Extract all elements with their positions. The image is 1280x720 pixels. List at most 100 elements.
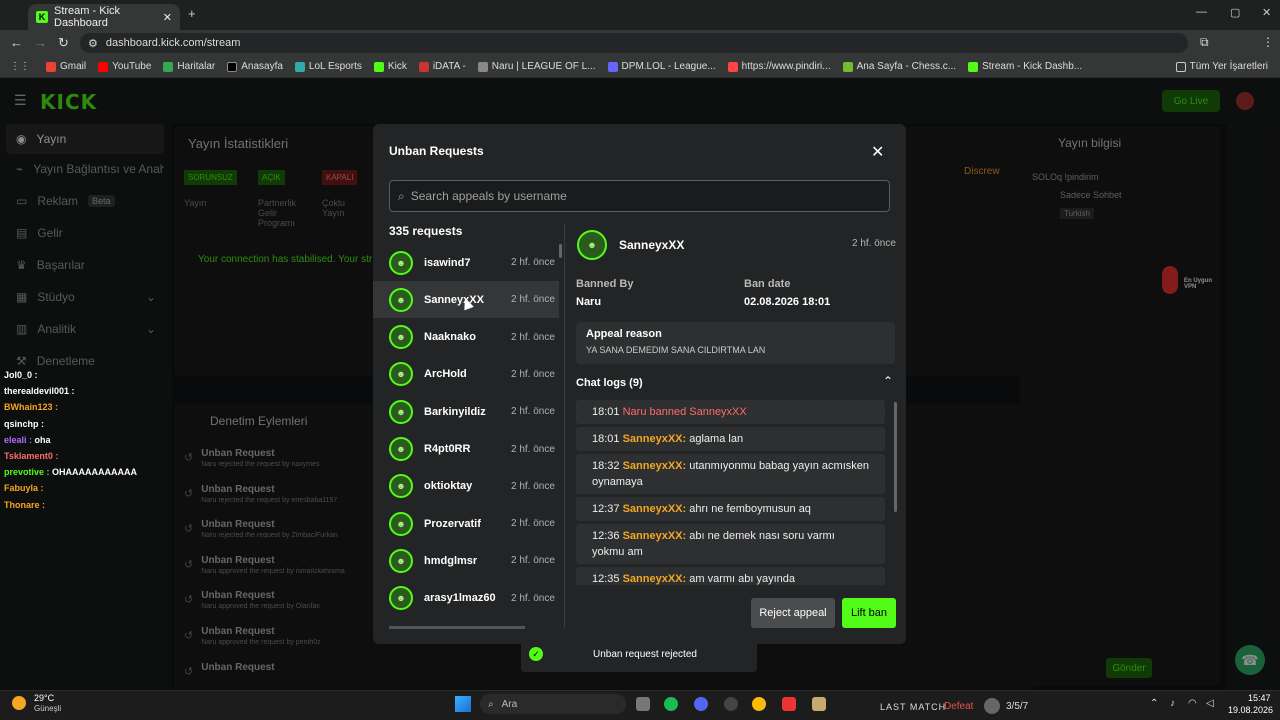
chat-user: BWhain123 : — [4, 402, 59, 413]
tray-chevron-icon[interactable]: ⌃ — [1150, 698, 1158, 709]
list-item[interactable]: ☻ Barkinyildiz 2 hf. önce — [373, 393, 559, 430]
request-username: arasy1lmaz60 — [424, 592, 496, 605]
log-scrollbar[interactable] — [894, 402, 897, 512]
list-scrollbar[interactable] — [559, 244, 562, 258]
list-item[interactable]: ☻ Naaknako 2 hf. önce — [373, 319, 559, 356]
maximize-icon[interactable]: ▢ — [1230, 6, 1240, 19]
list-item[interactable]: ☻ isawind7 2 hf. önce — [373, 244, 559, 281]
search-icon: ⌕ — [398, 188, 405, 203]
request-time: 2 hf. önce — [511, 518, 555, 530]
avatar: ☻ — [389, 287, 413, 312]
chat-logs[interactable]: 18:01 Naru banned SanneyxXX 18:01 Sanneyx… — [576, 400, 900, 585]
list-item[interactable]: ☻ ArcHold 2 hf. önce — [373, 356, 559, 393]
chat-user: Tsklament0 : — [4, 451, 59, 461]
bookmark-gmail[interactable]: Gmail — [46, 61, 86, 72]
site-info-icon[interactable]: ⚙ — [88, 37, 98, 50]
log-user: SanneyxXX: — [622, 530, 687, 542]
app-icon[interactable] — [724, 697, 738, 711]
new-tab-icon[interactable]: + — [188, 6, 196, 21]
chat-logs-header[interactable]: Chat logs (9) — [576, 377, 643, 389]
minimize-icon[interactable]: — — [1196, 6, 1207, 18]
chat-line: Thonare : — [4, 500, 45, 510]
chat-line: eleali : oha — [4, 435, 51, 445]
chat-message: OHAAAAAAAAAAA — [52, 467, 138, 478]
bookmark-x[interactable]: Anasayfa — [227, 61, 283, 72]
extensions-icon[interactable]: ⧉ — [1200, 35, 1209, 50]
windows-start-icon[interactable] — [455, 696, 471, 712]
toast: ✓ Unban request rejected — [521, 636, 757, 672]
task-view-icon[interactable] — [636, 697, 650, 711]
league-icon[interactable] — [812, 697, 826, 711]
kda: 3/5/7 — [1006, 701, 1029, 712]
request-username: isawind7 — [424, 256, 471, 269]
browser-tab-strip: K Stream - Kick Dashboard ✕ + — ▢ ✕ — [0, 0, 1280, 30]
taskbar-search[interactable]: ⌕ Ara — [480, 694, 626, 714]
request-username: hmdglmsr — [424, 554, 478, 567]
chat-user: prevotive : — [4, 467, 50, 478]
request-time: 2 hf. önce — [511, 555, 555, 567]
bookmark-youtube[interactable]: YouTube — [98, 61, 151, 72]
clock-time: 15:47 — [1248, 693, 1271, 703]
forward-icon[interactable]: → — [34, 35, 47, 50]
bookmark-kick[interactable]: Kick — [373, 61, 407, 72]
avatar: ☻ — [389, 586, 413, 611]
window-close-icon[interactable]: ✕ — [1262, 6, 1271, 19]
reload-icon[interactable]: ↻ — [58, 35, 69, 51]
chat-user: Fabuyla : — [4, 483, 44, 494]
address-bar[interactable]: ⚙ dashboard.kick.com/stream — [80, 33, 1188, 53]
bookmark-pindirim[interactable]: https://www.pindiri... — [727, 61, 831, 72]
menu-icon[interactable]: ⋮ — [1262, 35, 1274, 49]
back-icon[interactable]: ← — [10, 35, 23, 50]
spotify-icon[interactable] — [664, 697, 678, 711]
bookmark-dpm[interactable]: DPM.LOL - League... — [607, 61, 716, 72]
bookmark-lolesports[interactable]: LoL Esports — [294, 61, 362, 72]
close-icon[interactable]: ✕ — [871, 142, 884, 162]
kick-favicon-icon: K — [36, 11, 48, 23]
log-message: am varmı abı yayında — [686, 573, 796, 585]
request-time: 2 hf. önce — [511, 480, 555, 492]
mic-icon[interactable]: ♪ — [1170, 698, 1175, 709]
browser-tab[interactable]: K Stream - Kick Dashboard ✕ — [28, 4, 180, 30]
volume-icon[interactable]: ◁ — [1206, 698, 1214, 709]
tab-close-icon[interactable]: ✕ — [163, 11, 172, 24]
list-item[interactable]: ☻ hmdglmsr 2 hf. önce — [373, 542, 559, 579]
weather-icon[interactable] — [12, 696, 26, 710]
reject-appeal-button[interactable]: Reject appeal — [751, 598, 835, 628]
chevron-up-icon[interactable]: ⌃ — [883, 374, 893, 388]
log-user: SanneyxXX: — [622, 460, 687, 472]
chat-line: BWhain123 : — [4, 402, 58, 412]
chrome-icon[interactable] — [752, 697, 766, 711]
list-item[interactable]: ☻ arasy1lmaz60 2 hf. önce — [373, 580, 559, 617]
bookmark-maps[interactable]: Haritalar — [163, 61, 215, 72]
detail-avatar: ☻ — [577, 230, 607, 260]
all-bookmarks[interactable]: Tüm Yer İşaretleri — [1175, 61, 1268, 72]
app-icon[interactable] — [782, 697, 796, 711]
search-input[interactable]: ⌕ Search appeals by username — [389, 180, 890, 212]
check-icon: ✓ — [529, 647, 543, 661]
list-hscrollbar[interactable] — [389, 626, 525, 629]
avatar: ☻ — [389, 511, 413, 536]
request-username: Barkinyildiz — [424, 405, 486, 418]
bookmark-chess[interactable]: Ana Sayfa - Chess.c... — [842, 61, 956, 72]
apps-icon[interactable]: ⋮⋮ — [10, 61, 30, 72]
chat-log-entry: 12:37 SanneyxXX: ahrı ne femboymusun aq — [576, 497, 885, 521]
avatar: ☻ — [389, 325, 413, 350]
bookmark-kick-dashboard[interactable]: Stream - Kick Dashb... — [968, 61, 1082, 72]
chat-user: Thonare : — [4, 499, 46, 510]
list-item[interactable]: ☻ oktioktay 2 hf. önce — [373, 468, 559, 505]
discord-icon[interactable] — [694, 697, 708, 711]
log-time: 12:36 — [592, 530, 620, 542]
bookmark-idata[interactable]: iDATA - — [418, 61, 466, 72]
bookmark-naru[interactable]: Naru | LEAGUE OF L... — [477, 61, 596, 72]
list-item[interactable]: ☻ Prozervatif 2 hf. önce — [373, 505, 559, 542]
chat-line: Tsklament0 : — [4, 451, 58, 461]
list-item[interactable]: ☻ R4pt0RR 2 hf. önce — [373, 431, 559, 468]
request-time: 2 hf. önce — [511, 257, 555, 268]
weather-desc: Güneşli — [34, 704, 62, 713]
chat-message: oha — [34, 434, 51, 445]
request-time: 2 hf. önce — [511, 406, 555, 418]
chat-user: eleali : — [4, 434, 33, 445]
wifi-icon[interactable]: ◠ — [1188, 698, 1197, 709]
lift-ban-button[interactable]: Lift ban — [842, 598, 896, 628]
chat-log-entry: 18:01 Naru banned SanneyxXX — [576, 400, 885, 424]
